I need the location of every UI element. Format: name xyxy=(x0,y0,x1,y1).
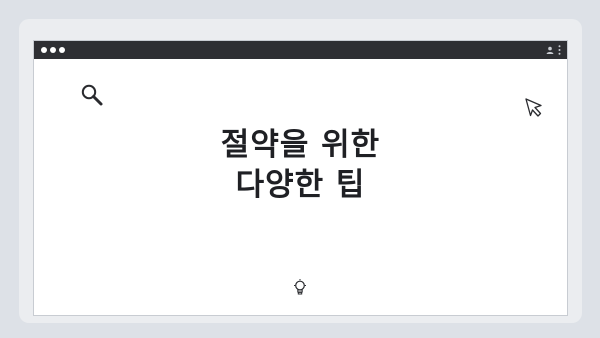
window-titlebar xyxy=(34,41,567,59)
lightbulb-icon xyxy=(294,279,306,295)
minimize-window-button[interactable] xyxy=(50,47,56,53)
slide-title-line-2: 다양한 팁 xyxy=(235,167,366,203)
page-background: 절약을 위한 다양한 팁 xyxy=(0,0,600,338)
slide-title: 절약을 위한 다양한 팁 xyxy=(34,125,567,205)
titlebar-actions xyxy=(546,45,561,55)
slide-title-line-1: 절약을 위한 xyxy=(220,127,381,163)
user-icon[interactable] xyxy=(546,46,554,54)
maximize-window-button[interactable] xyxy=(59,47,65,53)
kebab-menu-icon[interactable] xyxy=(558,45,561,55)
search-icon xyxy=(81,84,103,106)
slide-content: 절약을 위한 다양한 팁 xyxy=(34,59,567,315)
window-controls xyxy=(41,47,65,53)
browser-window: 절약을 위한 다양한 팁 xyxy=(34,41,567,315)
close-window-button[interactable] xyxy=(41,47,47,53)
cursor-icon xyxy=(525,98,542,117)
